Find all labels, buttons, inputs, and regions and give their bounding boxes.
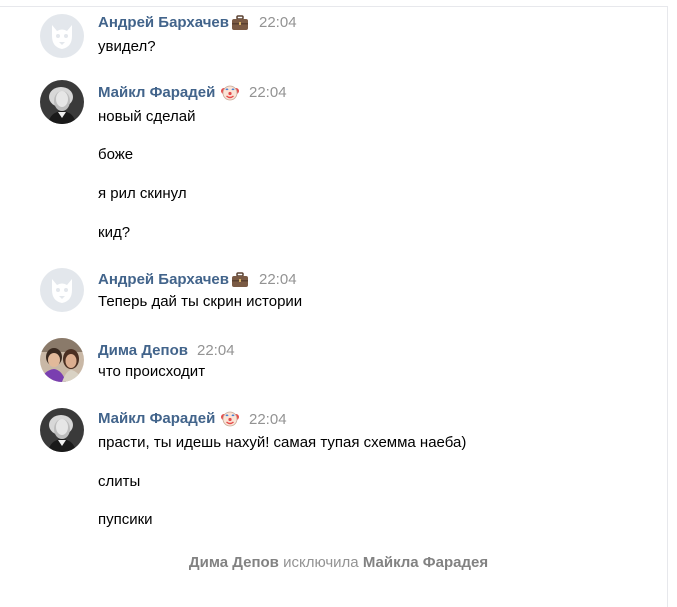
message-timestamp[interactable]: 22:04 xyxy=(249,84,287,101)
message-text: слиты xyxy=(98,473,141,490)
service-target-link[interactable]: Майкла Фарадея xyxy=(363,554,488,571)
message-text: новый сделай xyxy=(98,108,196,125)
message-text: кид? xyxy=(98,224,131,241)
message-text: Теперь дай ты скрин истории xyxy=(98,293,303,310)
author-name[interactable]: Андрей Бархачев xyxy=(98,14,229,31)
service-message: Дима Депов исключила Майкла Фарадея xyxy=(0,554,677,571)
avatar[interactable] xyxy=(40,14,84,58)
message-timestamp[interactable]: 22:04 xyxy=(249,411,287,428)
service-action: исключила xyxy=(283,554,359,571)
message-text: я рил скинул xyxy=(98,185,187,202)
avatar[interactable] xyxy=(40,338,84,382)
vk-dog-icon xyxy=(40,14,84,58)
message-text: пупсики xyxy=(98,511,153,528)
user-photo-icon xyxy=(40,338,84,382)
message-text: боже xyxy=(98,146,134,163)
avatar[interactable] xyxy=(40,268,84,312)
briefcase-icon xyxy=(231,272,249,288)
service-actor-link[interactable]: Дима Депов xyxy=(189,554,279,571)
author-name[interactable]: Майкл Фарадей xyxy=(98,84,215,101)
author-name[interactable]: Майкл Фарадей xyxy=(98,410,215,427)
top-divider xyxy=(0,6,668,7)
message-text: что происходит xyxy=(98,363,206,380)
message-text: прасти, ты идешь нахуй! самая тупая схем… xyxy=(98,434,467,451)
faraday-portrait-icon xyxy=(40,408,84,452)
avatar[interactable] xyxy=(40,80,84,124)
briefcase-icon xyxy=(231,15,249,31)
faraday-portrait-icon xyxy=(40,80,84,124)
message-timestamp[interactable]: 22:04 xyxy=(197,342,235,359)
vk-dog-icon xyxy=(40,268,84,312)
message-timestamp[interactable]: 22:04 xyxy=(259,271,297,288)
clown-face-icon xyxy=(221,410,239,427)
author-name[interactable]: Андрей Бархачев xyxy=(98,271,229,288)
author-name[interactable]: Дима Депов xyxy=(98,342,188,359)
message-timestamp[interactable]: 22:04 xyxy=(259,14,297,31)
right-divider xyxy=(667,6,668,607)
clown-face-icon xyxy=(221,84,239,101)
avatar[interactable] xyxy=(40,408,84,452)
message-text: увидел? xyxy=(98,38,156,55)
